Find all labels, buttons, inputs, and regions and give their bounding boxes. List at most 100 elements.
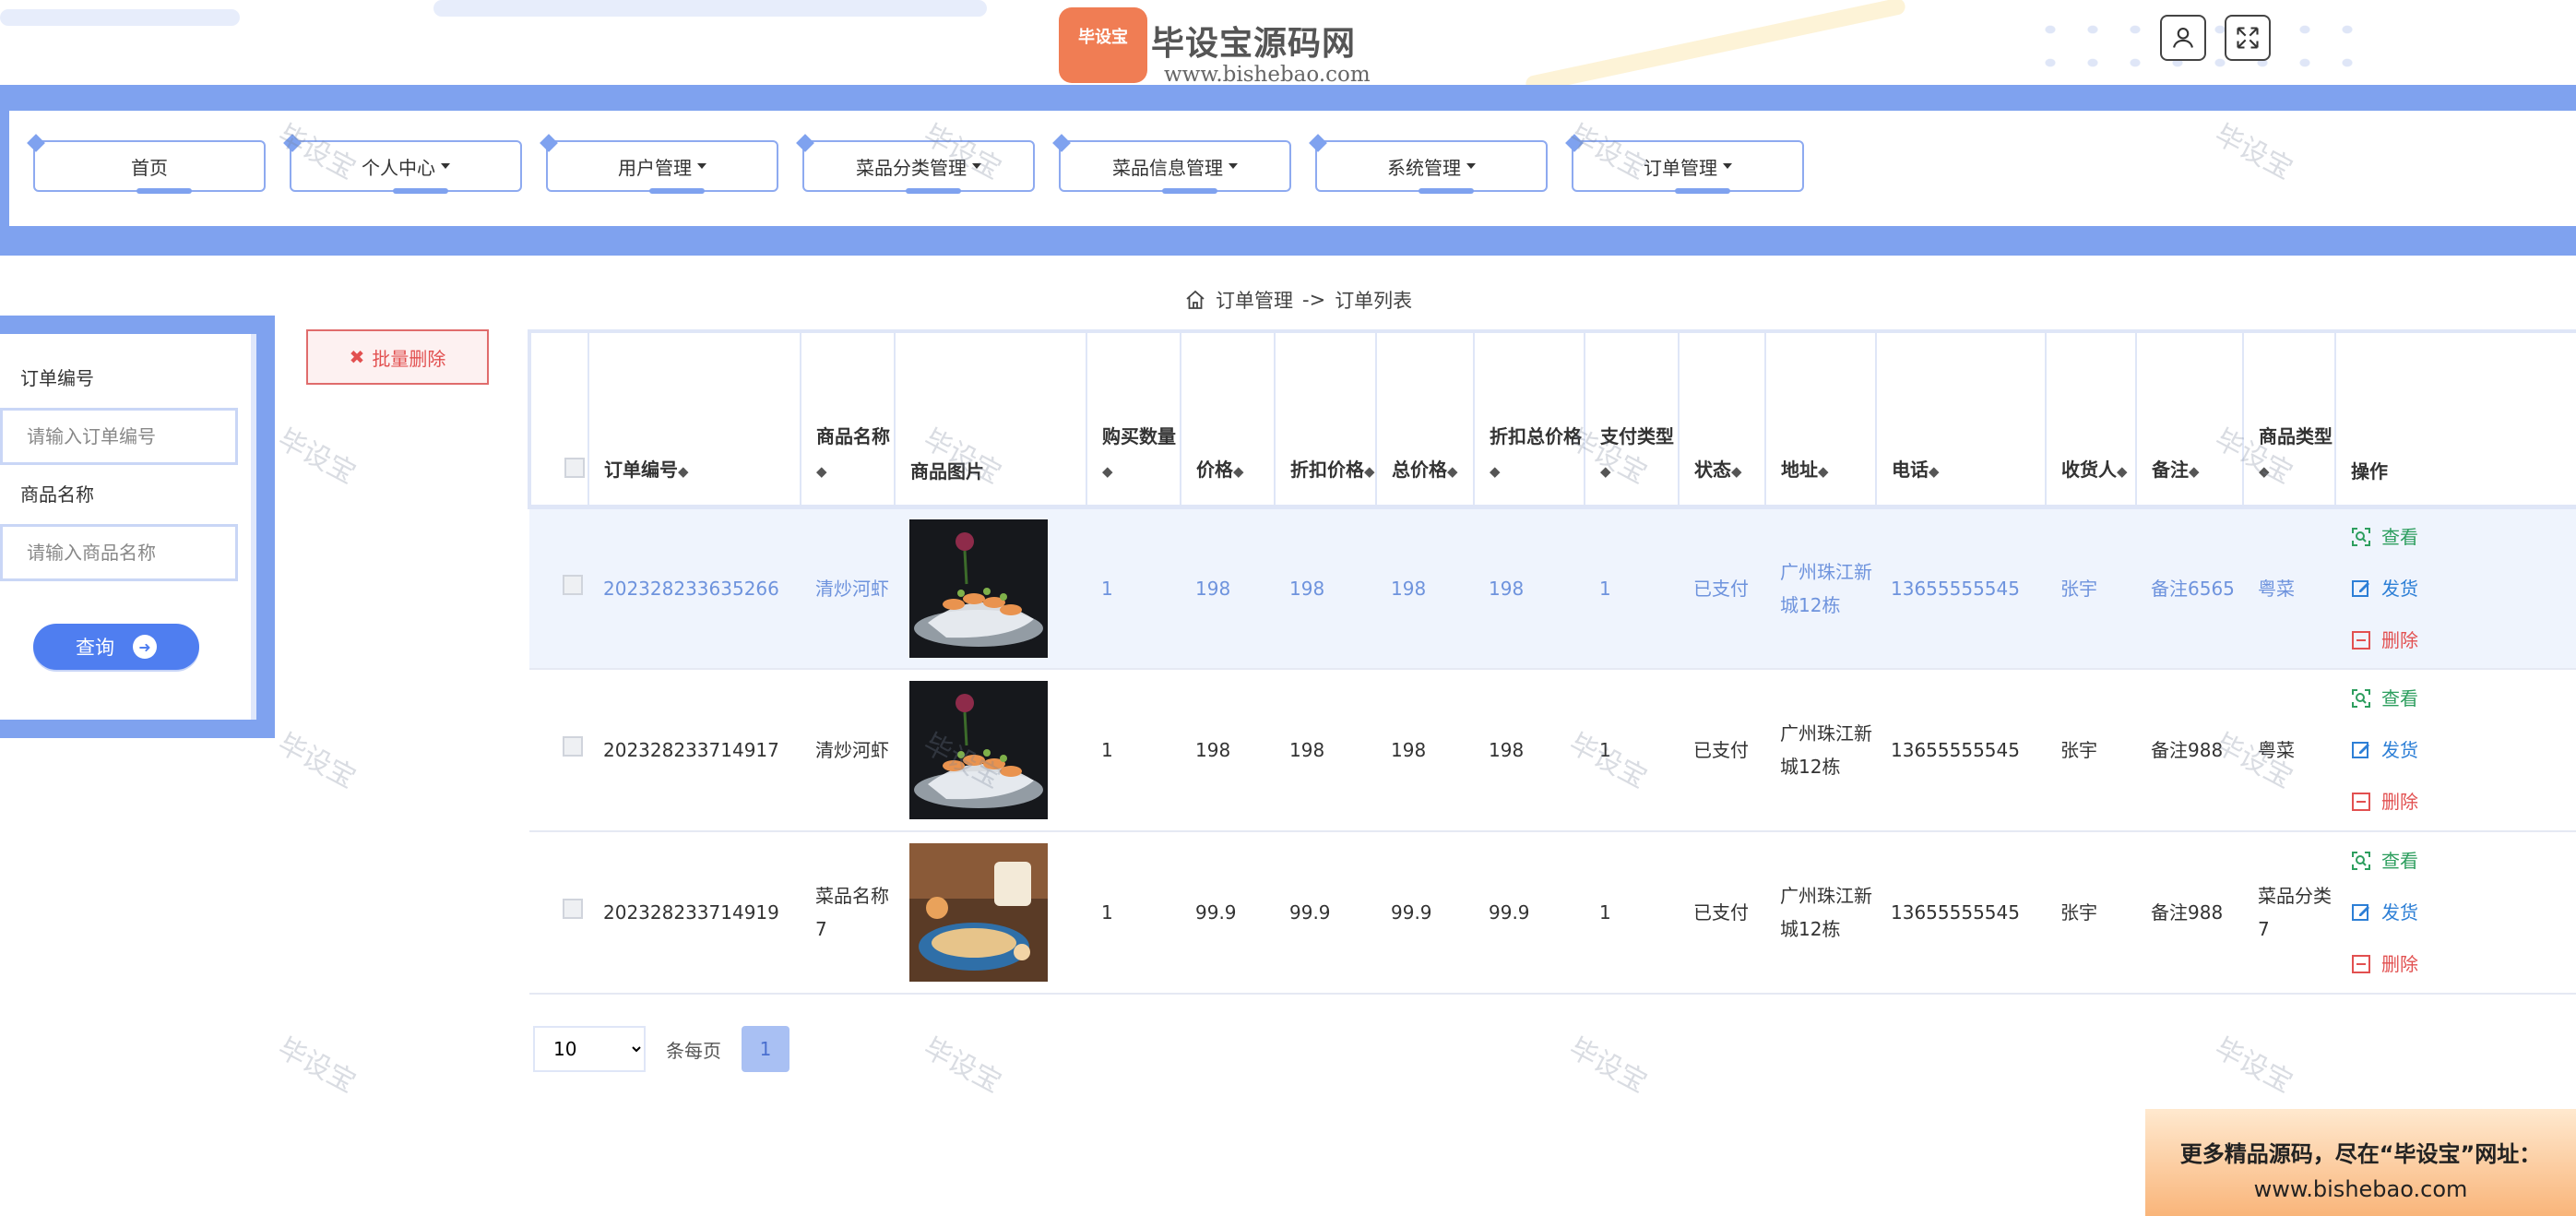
col-goods-name[interactable]: 商品名称◆ [801,329,896,509]
nav-underbar-decoration [393,188,448,194]
goods-name-input[interactable] [0,524,238,581]
delete-button[interactable]: 删除 [2350,785,2576,818]
nav-item-label: 个人中心 [362,156,435,179]
col-price[interactable]: 价格◆ [1181,329,1276,509]
header-decoration [0,9,240,26]
minus-square-icon [2352,955,2370,973]
minus-square-icon [2352,793,2370,811]
main-nav: 首页 个人中心 用户管理 菜品分类管理 菜品信息管理 系统管理 订单管理 [9,111,2576,226]
col-quantity[interactable]: 购买数量◆ [1086,329,1181,509]
user-icon [2173,28,2193,48]
nav-underbar-decoration [1675,188,1730,194]
sort-icon: ◆ [1364,462,1375,480]
nav-item-personal-center[interactable]: 个人中心 [283,134,522,194]
cell-discount-total: 198 [1474,507,1585,670]
view-button[interactable]: 查看 [2350,520,2576,554]
cell-remark: 备注988 [2136,831,2243,995]
caret-down-icon [1229,163,1238,169]
edit-icon [2352,904,2369,921]
site-logo: 毕设宝 毕设宝源码网 www.bishebao.com [1048,7,1472,85]
sort-icon: ◆ [1929,462,1940,480]
delete-button[interactable]: 删除 [2350,948,2576,981]
sort-icon: ◆ [2189,462,2200,480]
fullscreen-icon [2237,27,2259,49]
cell-receiver: 张宇 [2046,831,2136,995]
ship-button[interactable]: 发货 [2350,733,2576,767]
col-discount-total[interactable]: 折扣总价格◆ [1474,329,1585,509]
page-number[interactable]: 1 [742,1026,789,1072]
delete-button[interactable]: 删除 [2350,624,2576,657]
watermark-text: 毕设宝 [272,1031,362,1100]
dish-image [909,843,1048,982]
cell-discount-total: 99.9 [1474,831,1585,995]
col-actions: 操作 [2335,329,2576,509]
page-size-select[interactable]: 10 [533,1026,646,1072]
batch-delete-button[interactable]: ✖ 批量删除 [306,329,489,385]
row-checkbox[interactable] [563,736,583,757]
col-order-no[interactable]: 订单编号◆ [588,329,801,509]
nav-item-label: 订单管理 [1644,156,1717,179]
caret-down-icon [972,163,981,169]
close-icon: ✖ [349,346,365,368]
batch-delete-label: 批量删除 [372,347,446,370]
breadcrumb: 订单管理 -> 订单列表 [1184,286,1412,314]
row-checkbox[interactable] [563,574,583,595]
watermark-text: 毕设宝 [272,423,362,491]
cell-address: 广州珠江新城12栋 [1765,831,1876,995]
sort-icon: ◆ [1600,462,1611,480]
col-remark[interactable]: 备注◆ [2136,329,2244,509]
footer-ad-banner[interactable]: 更多精品源码，尽在“毕设宝”网址： www.bishebao.com [2145,1109,2576,1216]
cell-phone: 13655555545 [1876,669,2046,832]
col-total[interactable]: 总价格◆ [1376,329,1475,509]
cell-total: 99.9 [1376,831,1474,995]
home-icon[interactable] [1184,289,1206,311]
col-status[interactable]: 状态◆ [1679,329,1766,509]
nav-item-dish-category[interactable]: 菜品分类管理 [796,134,1035,194]
table-row[interactable]: 202328233635266 清炒河虾 1 198 198 198 198 1 已支付 广州珠江… [529,507,2576,670]
fullscreen-button[interactable] [2225,15,2271,61]
select-all-checkbox[interactable] [564,457,585,478]
table-row[interactable]: 202328233714919 菜品名称7 1 99.9 99.9 99.9 99.9 1 已支… [529,831,2576,995]
cell-goods-name: 清炒河虾 [801,507,895,670]
cell-pay-type: 1 [1585,669,1679,832]
query-button[interactable]: 查询 ➜ [33,624,199,670]
cell-pay-type: 1 [1585,831,1679,995]
sort-icon: ◆ [1490,462,1501,480]
table-row[interactable]: 202328233714917 清炒河虾 1 198 198 198 198 1 已支付 广州珠江… [529,669,2576,832]
nav-diamond-decoration [1565,134,1584,152]
breadcrumb-section[interactable]: 订单管理 [1216,286,1293,314]
nav-underbar-decoration [906,188,961,194]
dish-image [909,681,1048,819]
nav-item-dish-info[interactable]: 菜品信息管理 [1052,134,1291,194]
row-checkbox[interactable] [563,899,583,919]
caret-down-icon [441,163,450,169]
col-goods-image: 商品图片 [895,329,1087,509]
user-button[interactable] [2160,15,2206,61]
row-select-cell [529,669,588,832]
cell-receiver: 张宇 [2046,669,2136,832]
col-goods-type[interactable]: 商品类型◆ [2243,329,2336,509]
cell-discount-price: 198 [1275,507,1376,670]
col-receiver[interactable]: 收货人◆ [2046,329,2137,509]
view-button[interactable]: 查看 [2350,682,2576,715]
nav-item-home[interactable]: 首页 [27,134,266,194]
order-no-input[interactable] [0,408,238,465]
ship-button[interactable]: 发货 [2350,896,2576,929]
col-pay-type[interactable]: 支付类型◆ [1585,329,1680,509]
nav-item-user-management[interactable]: 用户管理 [540,134,778,194]
view-icon [2352,527,2370,546]
view-button[interactable]: 查看 [2350,844,2576,877]
col-discount-price[interactable]: 折扣价格◆ [1275,329,1377,509]
col-address[interactable]: 地址◆ [1765,329,1877,509]
cell-actions: 查看 发货 删除 [2335,831,2576,995]
col-phone[interactable]: 电话◆ [1876,329,2047,509]
nav-item-orders[interactable]: 订单管理 [1565,134,1804,194]
cell-order-no: 202328233635266 [588,507,801,670]
nav-item-system[interactable]: 系统管理 [1309,134,1548,194]
nav-diamond-decoration [540,134,558,152]
cell-goods-type: 粤菜 [2243,507,2335,670]
cell-qty: 1 [1086,507,1181,670]
ship-button[interactable]: 发货 [2350,572,2576,605]
cell-goods-type: 菜品分类7 [2243,831,2335,995]
cell-phone: 13655555545 [1876,507,2046,670]
